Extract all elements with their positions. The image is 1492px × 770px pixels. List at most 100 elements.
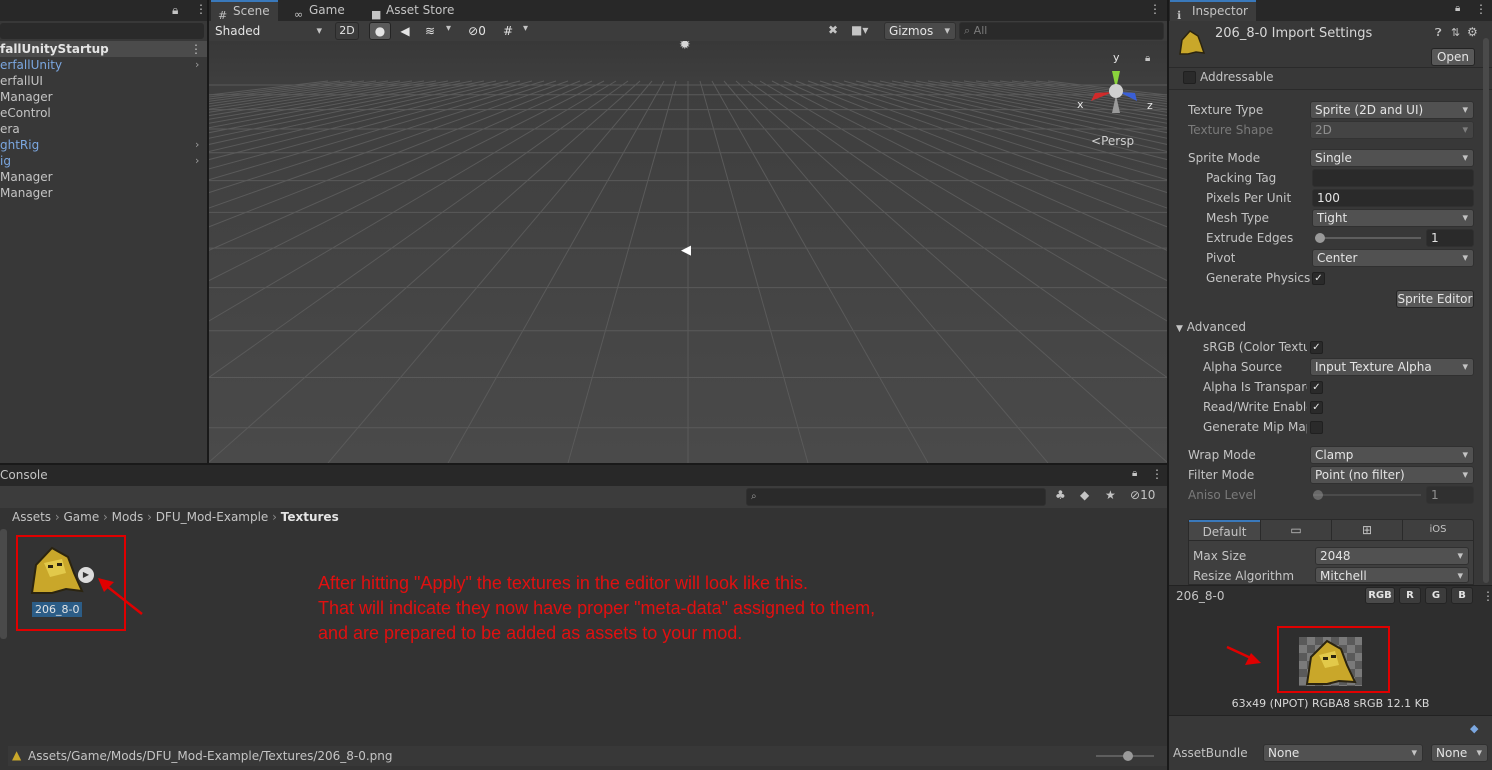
scene-search-input[interactable]: ⌕ All [959, 22, 1164, 40]
tab-asset-store[interactable]: ■ Asset Store [364, 0, 462, 21]
project-search-input[interactable]: ⌕ [746, 488, 1046, 506]
filter-mode-dropdown[interactable]: Point (no filter) [1310, 466, 1474, 484]
preview-menu-icon[interactable]: ⋮ [1482, 586, 1492, 606]
hierarchy-item[interactable]: Manager [0, 89, 207, 105]
scene-root-menu-icon[interactable]: ⋮ [190, 41, 202, 57]
breadcrumb-item[interactable]: Game [64, 510, 100, 524]
assetbundle-variant-dropdown[interactable]: None [1431, 744, 1488, 762]
breadcrumb-item[interactable]: Assets [12, 510, 51, 524]
channel-button[interactable]: R [1399, 587, 1421, 604]
lighting-toggle[interactable]: ● [369, 22, 391, 40]
breadcrumb-item[interactable]: Textures [281, 510, 339, 524]
more-menu-icon[interactable]: ⋮ [1475, 2, 1487, 16]
directional-light-icon[interactable]: ✹ [679, 41, 691, 53]
pivot-dropdown[interactable]: Center [1312, 249, 1474, 267]
grid-dropdown-icon[interactable]: ▾ [523, 23, 528, 34]
tab-inspector[interactable]: ℹ Inspector [1170, 0, 1256, 22]
pixels-per-unit-input[interactable]: 100 [1312, 189, 1474, 207]
sprite-editor-button[interactable]: Sprite Editor [1396, 290, 1474, 308]
channel-button[interactable]: RGB [1365, 587, 1395, 604]
alpha-transparency-checkbox[interactable]: ✓ [1310, 381, 1323, 394]
expand-arrow-icon[interactable]: › [195, 137, 199, 153]
tools-icon[interactable]: ✖ [828, 23, 838, 37]
inspector-scrollbar[interactable] [1483, 38, 1489, 583]
breadcrumb-item[interactable]: DFU_Mod-Example [156, 510, 269, 524]
mode-2d-button[interactable]: 2D [335, 22, 359, 40]
scene-viewport[interactable]: ✹ ◀ y x z 🔒︎ <Persp [209, 41, 1167, 463]
extrude-edges-slider-knob[interactable] [1315, 233, 1325, 243]
more-menu-icon[interactable]: ⋮ [1151, 467, 1163, 481]
platform-tab-windows[interactable]: ⊞ [1331, 520, 1402, 540]
search-by-type-icon[interactable]: ♣ [1055, 488, 1066, 502]
hierarchy-item[interactable]: eControl [0, 105, 207, 121]
more-menu-icon[interactable]: ⋮ [1149, 2, 1161, 16]
effects-toggle[interactable]: ≋ [419, 22, 441, 40]
tab-scene[interactable]: # Scene [211, 0, 278, 22]
hierarchy-item[interactable]: ig › [0, 153, 207, 169]
favorites-star-icon[interactable]: ★ [1105, 488, 1116, 502]
help-icon[interactable]: ❓︎ [1435, 26, 1442, 40]
gizmo-lock-icon[interactable]: 🔒︎ [1145, 53, 1150, 64]
expand-arrow-icon[interactable]: › [195, 153, 199, 169]
hierarchy-item[interactable]: Manager [0, 185, 207, 201]
platform-tab-standalone[interactable]: ▭ [1260, 520, 1331, 540]
packing-tag-input[interactable] [1312, 169, 1474, 187]
hierarchy-item[interactable]: era [0, 121, 207, 137]
camera-icon[interactable]: ■▾ [851, 23, 868, 37]
read-write-checkbox[interactable]: ✓ [1310, 401, 1323, 414]
channel-button[interactable]: B [1451, 587, 1473, 604]
sprite-mode-dropdown[interactable]: Single [1310, 149, 1474, 167]
platform-tab-default[interactable]: Default [1189, 520, 1260, 540]
icon-size-slider-knob[interactable] [1123, 751, 1133, 761]
presets-icon[interactable]: ⇅ [1451, 26, 1460, 39]
lock-icon[interactable]: 🔒︎ [1132, 468, 1137, 479]
shading-mode-dropdown[interactable]: Shaded [210, 22, 328, 40]
lock-icon[interactable]: 🔒︎ [1455, 3, 1460, 14]
hierarchy-item[interactable]: erfallUnity › [0, 57, 207, 73]
audio-toggle[interactable]: ◀ [394, 22, 416, 40]
extrude-edges-input[interactable]: 1 [1426, 229, 1474, 247]
assetbundle-dropdown[interactable]: None [1263, 744, 1423, 762]
hierarchy-item[interactable]: erfallUI [0, 73, 207, 89]
audio-source-icon[interactable]: ◀ [681, 243, 691, 258]
effects-dropdown-icon[interactable]: ▾ [446, 23, 451, 34]
hidden-packages-toggle[interactable]: ⊘10 [1130, 488, 1155, 502]
label-tag-icon[interactable]: ◆ [1470, 722, 1478, 735]
left-scrollbar[interactable] [0, 529, 7, 639]
channel-button[interactable]: G [1425, 587, 1447, 604]
tab-game[interactable]: ∞ Game [287, 0, 353, 21]
grid-toggle[interactable]: # [497, 22, 519, 40]
annotation-arrow-left [98, 578, 143, 615]
max-size-dropdown[interactable]: 2048 [1315, 547, 1469, 565]
more-menu-icon[interactable]: ⋮ [195, 2, 207, 16]
expand-arrow-icon[interactable]: › [195, 57, 199, 73]
gizmo-center[interactable] [1109, 84, 1123, 98]
mesh-type-dropdown[interactable]: Tight [1312, 209, 1474, 227]
info-icon: ℹ [1177, 9, 1182, 22]
hidden-objects-toggle[interactable]: ⊘0 [461, 22, 493, 40]
srgb-checkbox[interactable]: ✓ [1310, 341, 1323, 354]
tab-console[interactable]: Console [0, 465, 48, 486]
resize-algorithm-dropdown[interactable]: Mitchell [1315, 567, 1469, 583]
scene-toolbar: Shaded 2D ● ◀ ≋ ▾ ⊘0 # ▾ ✖ ■▾ Gizmos ⌕ A… [209, 21, 1167, 41]
hierarchy-search-input[interactable] [0, 23, 204, 39]
advanced-foldout[interactable]: ▼ Advanced [1176, 320, 1246, 334]
hierarchy-item[interactable]: ghtRig › [0, 137, 207, 153]
persp-toggle[interactable]: <Persp [1091, 134, 1134, 148]
breadcrumb-item[interactable]: Mods [112, 510, 144, 524]
gen-mip-checkbox[interactable] [1310, 421, 1323, 434]
extrude-edges-slider-track[interactable] [1315, 237, 1421, 239]
search-by-label-icon[interactable]: ◆ [1080, 488, 1089, 502]
addressable-checkbox[interactable] [1183, 71, 1196, 84]
hierarchy-item[interactable]: Manager [0, 169, 207, 185]
lock-icon[interactable]: 🔒︎ [172, 3, 178, 18]
alpha-source-dropdown[interactable]: Input Texture Alpha [1310, 358, 1474, 376]
texture-type-dropdown[interactable]: Sprite (2D and UI) [1310, 101, 1474, 119]
platform-tab-ios[interactable]: iOS [1402, 520, 1473, 540]
generate-physics-checkbox[interactable]: ✓ [1312, 272, 1325, 285]
hierarchy-scene-root[interactable]: fallUnityStartup ⋮ [0, 41, 207, 57]
open-button[interactable]: Open [1431, 48, 1475, 66]
gear-icon[interactable]: ⚙ [1467, 25, 1478, 39]
gizmos-dropdown[interactable]: Gizmos [884, 22, 956, 40]
wrap-mode-dropdown[interactable]: Clamp [1310, 446, 1474, 464]
